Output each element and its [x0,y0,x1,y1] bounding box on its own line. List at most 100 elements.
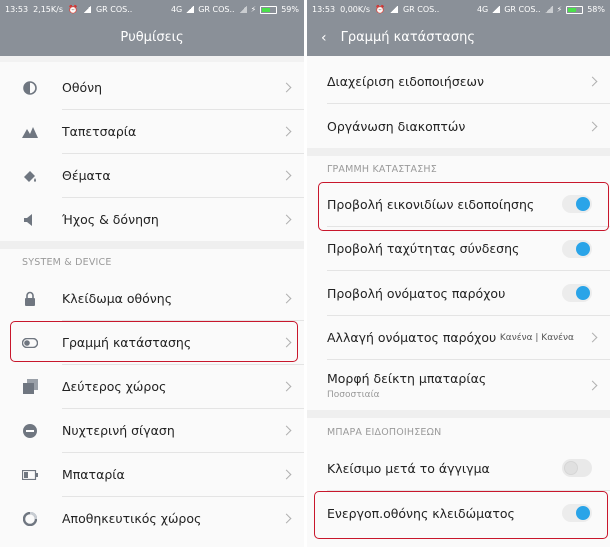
show-connection-speed-toggle[interactable] [562,239,592,258]
page-title: Ρυθμίσεις [120,30,184,45]
battery-indicator-row[interactable]: Μορφή δείκτη μπαταρίας Ποσοστιαία [307,360,610,410]
chevron-right-icon [587,121,598,131]
chevron-right-icon [281,214,292,225]
settings-item-battery[interactable]: Μπαταρία [0,453,304,496]
settings-item-label: Δεύτερος χώρος [62,379,167,394]
settings-item-label: Ήχος & δόνηση [62,212,159,227]
battery-percent: 58% [587,5,605,14]
section-header: ΜΠΑΡΑ ΕΙΔΟΠΟΙΗΣΕΩΝ [327,427,442,438]
second-space-icon [22,379,38,395]
section-header: ΓΡΑΜΜΗ ΚΑΤΑΣΤΑΣΗΣ [327,164,437,175]
settings-item-label: Μπαταρία [62,467,125,482]
charging-icon: ⚡ [250,5,257,14]
chevron-right-icon [281,126,292,137]
settings-item-sound[interactable]: Ήχος & δόνηση [0,198,304,241]
chevron-right-icon [281,513,292,524]
settings-item-display[interactable]: Οθόνη [0,66,304,109]
lock-icon [22,290,38,306]
back-arrow-icon[interactable]: ‹ [321,31,327,45]
settings-item-label: Νυχτερινή σίγαση [62,423,175,438]
settings-item-label: Ταπετσαρία [62,124,137,139]
change-carrier-name-row[interactable]: Αλλαγή ονόματος παρόχου Κανένα | Κανένα [307,316,610,359]
settings-item-label: Οργάνωση διακοπτών [327,118,466,134]
network-speed: 2,15K/s [33,5,63,14]
settings-item-lock-screen[interactable]: Κλείδωμα οθόνης [0,276,304,320]
page-title: Γραμμή κατάστασης [340,30,475,45]
highlight-box [10,321,298,362]
clock: 13:53 [5,5,29,14]
chevron-right-icon [281,381,292,392]
settings-panel: 13:53 2,15K/s ⏰ GR COS.. 4G GR COS.. ⚡ 5… [0,0,304,547]
chevron-right-icon [281,82,292,93]
wallpaper-icon [22,124,38,140]
display-icon [22,80,38,96]
settings-item-label: Οθόνη [62,80,103,95]
page-title-bar: Ρυθμίσεις [0,19,304,56]
sound-icon [22,212,38,228]
carrier-1: GR COS.. [95,5,133,14]
network-speed: 0,00K/s [340,5,370,14]
carrier-2: GR COS.. [198,5,235,14]
notification-management-item[interactable]: Διαχείριση ειδοποιήσεων [307,60,610,103]
network-type: 4G [170,5,183,14]
show-carrier-name-row[interactable]: Προβολή ονόματος παρόχου [307,271,610,315]
signal-icon [186,6,195,13]
chevron-right-icon [587,380,598,390]
battery-icon [260,5,278,14]
status-bar: 13:53 0,00K/s ⏰ GR COS.. 4G GR COS.. ⚡ 5… [307,0,610,19]
section-header: SYSTEM & DEVICE [22,257,112,268]
battery-percent: 59% [281,5,299,14]
settings-item-wallpaper[interactable]: Ταπετσαρία [0,110,304,153]
signal-icon [238,6,247,13]
settings-item-second-space[interactable]: Δεύτερος χώρος [0,365,304,408]
section-gap [307,148,610,156]
settings-item-themes[interactable]: Θέματα [0,154,304,197]
storage-icon [22,511,38,527]
close-after-touch-toggle[interactable] [562,459,592,477]
settings-item-label: Μορφή δείκτη μπαταρίας [327,371,487,386]
toggle-knob [576,241,590,256]
highlight-box [314,491,608,539]
settings-item-label: Προβολή ταχύτητας σύνδεσης [327,241,520,256]
chevron-right-icon [281,293,292,303]
chevron-right-icon [281,425,292,436]
signal-icon [82,6,91,13]
chevron-right-icon [587,76,598,87]
network-type: 4G [476,5,489,14]
settings-item-label: Διαχείριση ειδοποιήσεων [327,74,484,89]
charging-icon: ⚡ [556,5,563,14]
settings-item-storage[interactable]: Αποθηκευτικός χώρος [0,497,304,540]
show-carrier-name-toggle[interactable] [562,284,592,302]
chevron-right-icon [281,170,292,181]
section-gap [307,410,610,418]
close-after-touch-row[interactable]: Κλείσιμο μετά το άγγιγμα [307,446,610,490]
battery-icon [22,467,38,483]
carrier-name-value: Κανένα | Κανένα [499,332,574,343]
settings-item-label: Αλλαγή ονόματος παρόχου [327,330,497,345]
toggle-knob [576,286,590,300]
settings-item-do-not-disturb[interactable]: Νυχτερινή σίγαση [0,409,304,452]
page-title-bar: ‹ Γραμμή κατάστασης [307,19,610,56]
alarm-icon: ⏰ [374,5,385,14]
signal-icon [389,6,398,13]
carrier-1: GR COS.. [402,5,440,14]
settings-item-label: Κλείδωμα οθόνης [62,290,173,306]
do-not-disturb-icon [22,423,38,439]
themes-icon [22,168,38,184]
alarm-icon: ⏰ [67,5,78,14]
top-gap [0,56,304,62]
battery-indicator-value: Ποσοστιαία [327,390,380,400]
chevron-right-icon [587,332,598,343]
toggle-organization-item[interactable]: Οργάνωση διακοπτών [307,104,610,148]
carrier-2: GR COS.. [504,5,541,14]
highlight-box [318,182,609,231]
signal-icon [492,6,501,13]
section-gap [0,241,304,249]
battery-icon [566,5,584,14]
signal-icon [544,6,553,13]
chevron-right-icon [281,469,292,480]
clock: 13:53 [312,5,336,14]
show-connection-speed-row[interactable]: Προβολή ταχύτητας σύνδεσης [307,227,610,270]
settings-item-label: Θέματα [62,168,111,183]
status-bar: 13:53 2,15K/s ⏰ GR COS.. 4G GR COS.. ⚡ 5… [0,0,304,19]
